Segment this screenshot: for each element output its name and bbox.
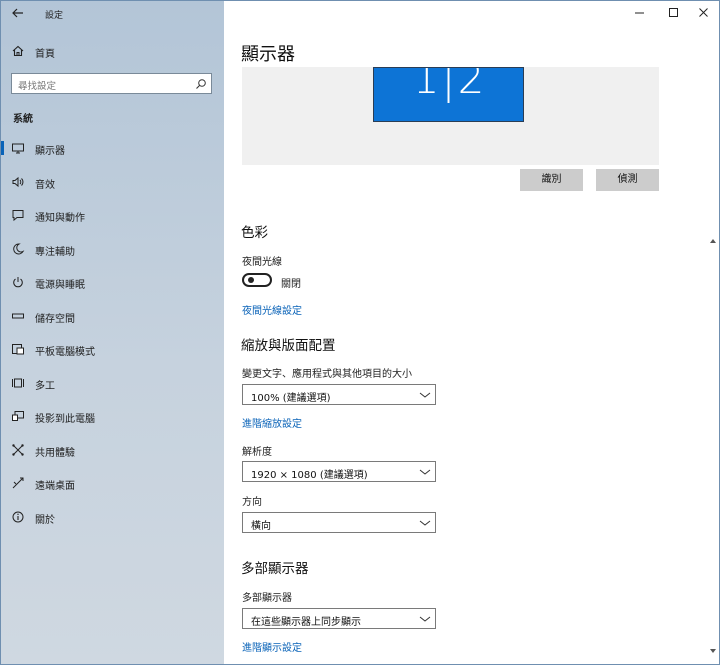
sidebar-item-label: 多工: [35, 381, 55, 392]
sidebar-item-storage[interactable]: 儲存空間: [1, 301, 224, 331]
section-heading-color: 色彩: [241, 225, 268, 241]
sidebar-item-tablet[interactable]: 平板電腦模式: [1, 334, 224, 364]
scale-dropdown[interactable]: 100% (建議選項): [242, 384, 436, 405]
section-heading-multiple-displays: 多部顯示器: [241, 561, 309, 577]
sidebar-item-power[interactable]: 電源與睡眠: [1, 267, 224, 297]
toggle-knob: [248, 277, 254, 283]
search-icon[interactable]: [194, 77, 208, 91]
advanced-scaling-link[interactable]: 進階縮放設定: [242, 415, 302, 430]
speaker-icon: [11, 175, 25, 189]
close-button[interactable]: [691, 5, 719, 21]
chevron-down-icon: [419, 467, 431, 477]
sidebar-item-focus-assist[interactable]: 專注輔助: [1, 234, 224, 264]
monitor-number: 1|2: [412, 67, 487, 103]
settings-window: 設定 首頁 尋找設定 系統 顯示器 音效 通知與動作 專注輔助 電源與睡眠 儲存…: [0, 0, 720, 665]
detect-button[interactable]: 偵測: [596, 169, 659, 191]
scroll-up-arrow-icon[interactable]: [709, 237, 717, 245]
night-light-state: 關閉: [281, 279, 301, 290]
advanced-display-link[interactable]: 進階顯示設定: [242, 639, 302, 654]
sidebar-item-display[interactable]: 顯示器: [1, 133, 224, 163]
maximize-icon: [669, 8, 678, 17]
sidebar-item-label: 關於: [35, 515, 55, 526]
minimize-icon: [635, 12, 644, 14]
storage-icon: [11, 309, 25, 323]
orientation-dropdown[interactable]: 橫向: [242, 512, 436, 533]
scale-label: 變更文字、應用程式與其他項目的大小: [242, 369, 412, 380]
power-icon: [11, 275, 25, 289]
project-icon: [11, 409, 25, 423]
scale-value: 100% (建議選項): [251, 393, 331, 404]
resolution-dropdown[interactable]: 1920 × 1080 (建議選項): [242, 461, 436, 482]
notification-icon: [11, 208, 25, 222]
page-title: 顯示器: [241, 44, 295, 65]
sidebar-item-label: 平板電腦模式: [35, 347, 95, 358]
sidebar-item-project[interactable]: 投影到此電腦: [1, 401, 224, 431]
search-input[interactable]: 尋找設定: [11, 73, 212, 94]
sidebar-item-notifications[interactable]: 通知與動作: [1, 200, 224, 230]
maximize-button[interactable]: [661, 5, 689, 21]
sidebar: 設定 首頁 尋找設定 系統 顯示器 音效 通知與動作 專注輔助 電源與睡眠 儲存…: [1, 1, 224, 664]
orientation-value: 橫向: [251, 521, 271, 532]
section-heading-scale: 縮放與版面配置: [241, 338, 336, 354]
night-light-label: 夜間光線: [242, 257, 282, 268]
remote-icon: [11, 476, 25, 490]
sidebar-item-label: 音效: [35, 180, 55, 191]
sidebar-item-about[interactable]: 關於: [1, 502, 224, 532]
sidebar-item-multitasking[interactable]: 多工: [1, 368, 224, 398]
sidebar-item-label: 顯示器: [35, 146, 65, 157]
sidebar-item-label: 儲存空間: [35, 314, 75, 325]
sidebar-item-label: 投影到此電腦: [35, 414, 95, 425]
multiple-displays-value: 在這些顯示器上同步顯示: [251, 617, 361, 628]
multiple-displays-dropdown[interactable]: 在這些顯示器上同步顯示: [242, 608, 436, 629]
resolution-value: 1920 × 1080 (建議選項): [251, 470, 368, 481]
main-content: 顯示器 1|2 識別 偵測 色彩 夜間光線 關閉 夜間光線設定 縮放與版面配置 …: [225, 1, 719, 664]
section-label: 系統: [13, 114, 33, 125]
monitor-tile[interactable]: 1|2: [373, 67, 524, 122]
minimize-button[interactable]: [627, 5, 655, 21]
title-bar-left: 設定: [1, 1, 224, 25]
sidebar-item-label: 遠端桌面: [35, 481, 75, 492]
identify-button[interactable]: 識別: [520, 169, 583, 191]
search-placeholder: 尋找設定: [18, 81, 57, 92]
display-arrangement-area: 1|2: [242, 67, 659, 165]
scroll-down-arrow-icon[interactable]: [709, 647, 717, 655]
orientation-label: 方向: [242, 497, 262, 508]
chevron-down-icon: [419, 390, 431, 400]
resolution-label: 解析度: [242, 447, 272, 458]
home-icon: [11, 44, 25, 58]
night-light-toggle[interactable]: [242, 273, 272, 287]
sidebar-item-remote[interactable]: 遠端桌面: [1, 468, 224, 498]
sidebar-item-label: 專注輔助: [35, 247, 75, 258]
sidebar-item-shared[interactable]: 共用體驗: [1, 435, 224, 465]
sidebar-item-label: 通知與動作: [35, 213, 85, 224]
moon-icon: [11, 242, 25, 256]
back-arrow-icon[interactable]: [11, 6, 25, 20]
monitor-icon: [11, 141, 25, 155]
sidebar-item-sound[interactable]: 音效: [1, 167, 224, 197]
tablet-icon: [11, 342, 25, 356]
sidebar-item-home[interactable]: 首頁: [1, 36, 224, 66]
night-light-settings-link[interactable]: 夜間光線設定: [242, 302, 302, 317]
sidebar-item-label: 共用體驗: [35, 448, 75, 459]
chevron-down-icon: [419, 518, 431, 528]
multiple-displays-label: 多部顯示器: [242, 593, 292, 604]
share-icon: [11, 443, 25, 457]
app-title: 設定: [45, 11, 64, 21]
sidebar-item-label: 電源與睡眠: [35, 280, 85, 291]
sidebar-item-label: 首頁: [35, 49, 55, 60]
chevron-down-icon: [419, 614, 431, 624]
close-icon: [699, 8, 708, 17]
multitask-icon: [11, 376, 25, 390]
info-icon: [11, 510, 25, 524]
